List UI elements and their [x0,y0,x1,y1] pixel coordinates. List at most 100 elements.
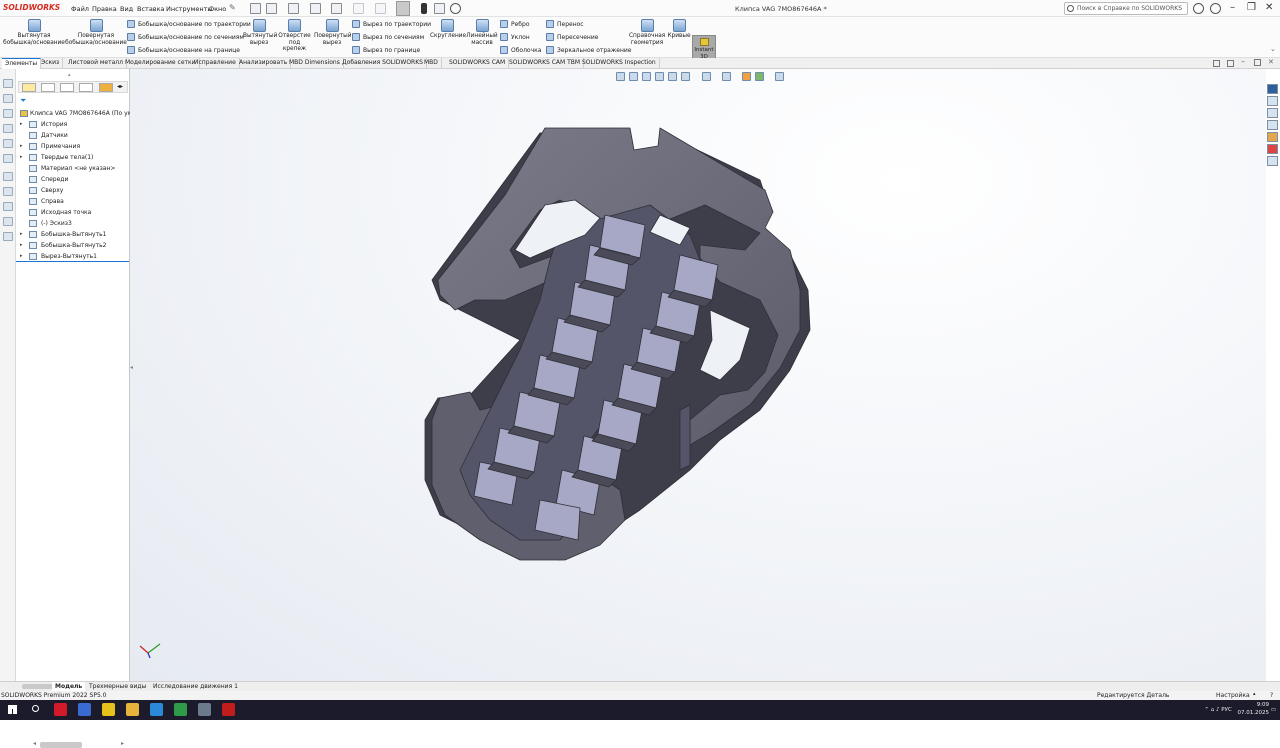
tree-item[interactable]: Спереди [16,174,130,185]
solidworks-forum-icon[interactable] [1267,156,1278,166]
strip-tool-icon-10[interactable] [3,217,13,226]
tab-sheet-metal[interactable]: Листовой металл [65,58,127,69]
feature-tree-tab-icon[interactable] [22,83,36,92]
expand-arrow-icon[interactable]: ▸ [20,240,23,251]
tree-item[interactable]: ▸ Твердые тела(1) [16,152,130,163]
tab-mesh-modeling[interactable]: Моделирование сетки [122,58,200,69]
taskbar-norton-icon[interactable] [102,703,115,716]
strip-tool-icon-11[interactable] [3,232,13,241]
tab-solidworks-cam-tbm[interactable]: SOLIDWORKS CAM TBM [506,58,585,69]
part-model-3d[interactable] [130,69,1266,681]
menu-file[interactable]: Файл [71,5,89,13]
revolved-boss-button[interactable]: Повернутая бобышка/основание [65,19,127,46]
custom-properties-icon[interactable] [1267,144,1278,154]
scroll-left-icon[interactable]: ◂ [33,740,36,747]
reference-geometry-button[interactable]: Справочная геометрия [629,19,665,46]
lofted-cut-button[interactable]: Вырез по сечениям [352,33,424,41]
traffic-light-icon[interactable] [421,3,427,14]
boundary-cut-button[interactable]: Вырез по границе [352,46,420,54]
extruded-cut-button[interactable]: Вытянутый вырез [243,19,277,46]
filter-icon[interactable]: ⏷ [20,96,26,106]
help-icon[interactable] [1210,3,1221,14]
tray-date[interactable]: 07.01.2025 [1238,710,1270,718]
tray-chevron-icon[interactable]: ⌃ [1204,707,1209,713]
tab-evaluate[interactable]: Анализировать [236,58,292,69]
file-properties-icon[interactable] [434,3,445,14]
status-help-icon[interactable]: ? [1270,691,1273,700]
help-search-input[interactable]: Поиск в Справке по SOLIDWORKS [1064,2,1188,15]
viewport-close-icon[interactable]: ✕ [1268,58,1274,66]
options-gear-icon[interactable] [450,3,461,14]
scroll-right-icon[interactable]: ▸ [121,740,124,747]
tabs-scroll-icon[interactable]: ◂▸ [117,83,123,90]
strip-tool-icon-3[interactable] [3,109,13,118]
tree-item[interactable]: ▸ Бобышка-Вытянуть2 [16,240,130,251]
tab-solidworks-addins[interactable]: Добавления SOLIDWORKS [339,58,427,69]
tree-item[interactable]: Клипса VAG 7MO867646A (По умолч [14,108,143,119]
strip-tool-icon-4[interactable] [3,124,13,133]
rib-button[interactable]: Ребро [500,20,530,28]
swept-boss-button[interactable]: Бобышка/основание по траектории [127,20,251,28]
expand-arrow-icon[interactable]: ▸ [20,141,23,152]
menu-tools[interactable]: Инструменты [166,5,213,13]
display-manager-tab-icon[interactable] [99,83,113,92]
tab-repair[interactable]: Исправление [191,58,240,69]
taskbar-explorer-icon[interactable] [126,703,139,716]
tree-item[interactable]: ▸ Бобышка-Вытянуть1 [16,229,130,240]
taskbar-pen-app-icon[interactable] [150,703,163,716]
view-palette-icon[interactable] [1267,120,1278,130]
hole-wizard-button[interactable]: Отверстие под крепеж [277,19,312,53]
tree-item[interactable]: Сверху [16,185,130,196]
minimize-icon[interactable]: – [1230,2,1235,13]
print-icon[interactable] [331,3,342,14]
design-library-icon[interactable] [1267,96,1278,106]
tree-item[interactable]: (-) Эскиз3 [16,218,130,229]
linear-pattern-button[interactable]: Линейный массив [466,19,498,46]
tree-item[interactable]: Справа [16,196,130,207]
strip-tool-icon-9[interactable] [3,202,13,211]
strip-tool-icon-1[interactable] [3,79,13,88]
tab-mbd[interactable]: MBD [421,58,442,69]
redo-icon[interactable] [375,3,386,14]
tree-item[interactable]: Датчики [16,130,130,141]
strip-tool-icon-5[interactable] [3,139,13,148]
extruded-boss-button[interactable]: Вытянутая бобышка/основание [3,19,65,46]
fillet-button[interactable]: Скругление [430,19,466,40]
taskbar-window-app-icon[interactable] [198,703,211,716]
lofted-boss-button[interactable]: Бобышка/основание по сечениям [127,33,244,41]
status-custom-units[interactable]: Настройка [1216,691,1250,700]
taskbar-opera-icon[interactable] [54,703,67,716]
tab-features[interactable]: Элементы [2,58,42,69]
menu-insert[interactable]: Вставка [137,5,165,13]
menu-window[interactable]: Окно [209,5,226,13]
new-document-icon[interactable] [266,3,277,14]
shell-button[interactable]: Оболочка [500,46,541,54]
revolved-cut-button[interactable]: Повернутый вырез [314,19,352,46]
taskbar-start-icon[interactable] [6,703,19,716]
save-icon[interactable] [310,3,321,14]
dimxpert-tab-icon[interactable] [79,83,93,92]
undo-icon[interactable] [353,3,364,14]
strip-tool-icon-7[interactable] [3,172,13,181]
solidworks-resources-icon[interactable] [1267,84,1278,94]
home-icon[interactable] [250,3,261,14]
curves-button[interactable]: Кривые [667,19,691,40]
viewport-maximize-icon[interactable] [1254,59,1261,66]
strip-tool-icon-6[interactable] [3,154,13,163]
viewport-tile-icon[interactable] [1213,60,1220,67]
draft-button[interactable]: Уклон [500,33,530,41]
select-arrow-icon[interactable] [396,1,410,16]
tray-time[interactable]: 9:09 [1238,702,1269,710]
close-icon[interactable]: ✕ [1265,2,1273,13]
tray-language[interactable]: РУС [1221,707,1232,713]
menu-view[interactable]: Вид [120,5,133,13]
menu-edit[interactable]: Правка [92,5,117,13]
panel-grip-icon[interactable]: ▴ [68,72,71,78]
feature-tree-scrollbar[interactable] [40,742,82,748]
viewport-minimize-icon[interactable]: – [1241,57,1245,66]
notification-icon[interactable]: ▭ [1271,707,1276,713]
tray-network-icon[interactable]: ⌂ [1211,707,1215,713]
expand-arrow-icon[interactable]: ▸ [20,119,23,130]
property-manager-tab-icon[interactable] [41,83,55,92]
pin-icon[interactable]: ✎ [229,3,236,12]
